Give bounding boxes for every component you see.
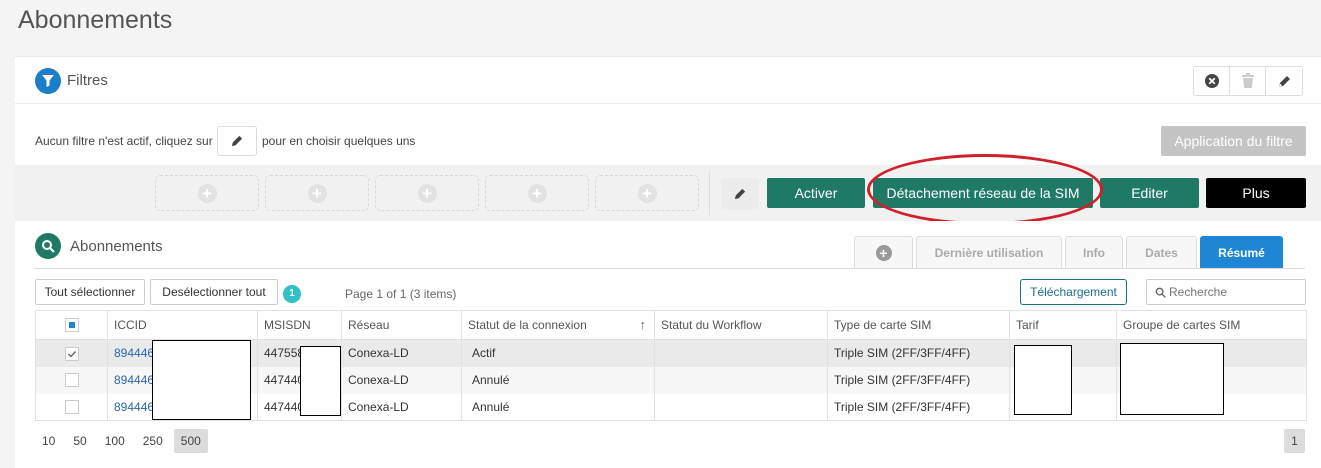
delete-filter-button[interactable] (1230, 67, 1266, 95)
subscriptions-panel: Abonnements + Dernière utilisation Info … (15, 221, 1321, 468)
page-title: Abonnements (18, 6, 173, 34)
choose-filter-button[interactable] (217, 126, 257, 156)
redaction-box (1014, 345, 1072, 415)
empty-action-slot[interactable]: + (155, 175, 259, 211)
redaction-box (152, 340, 251, 420)
pencil-icon (734, 188, 746, 200)
more-button[interactable]: Plus (1206, 178, 1306, 208)
column-header-msisdn[interactable]: MSISDN (257, 310, 342, 340)
header-select-cell[interactable] (35, 310, 108, 340)
plus-icon: + (637, 183, 657, 203)
table-header-row: ICCID MSISDN Réseau Statut de la connexi… (35, 310, 1307, 340)
column-header-label: Statut de la connexion (468, 318, 587, 332)
edit-button[interactable]: Editer (1100, 178, 1199, 208)
page-size-selector: 10 50 100 250 500 (35, 429, 212, 453)
plus-icon: + (417, 183, 437, 203)
filter-info-text: Aucun filtre n'est actif, cliquez sur (35, 134, 213, 148)
empty-action-slot[interactable]: + (375, 175, 479, 211)
workflow-status-cell (654, 339, 828, 367)
pencil-icon (231, 135, 243, 147)
plus-icon: + (197, 183, 217, 203)
row-checkbox[interactable] (64, 346, 79, 361)
search-box[interactable] (1146, 279, 1306, 305)
workflow-status-cell (654, 366, 828, 394)
view-tabs: + Dernière utilisation Info Dates Résumé (15, 236, 1321, 269)
sim-type-cell: Triple SIM (2FF/3FF/4FF) (827, 393, 1010, 421)
apply-filter-button[interactable]: Application du filtre (1161, 126, 1306, 156)
page-size-option[interactable]: 50 (66, 429, 93, 453)
deselect-all-button[interactable]: Desélectionner tout (150, 279, 278, 305)
redaction-box (300, 346, 341, 416)
tab-last-usage[interactable]: Dernière utilisation (916, 236, 1062, 269)
page-size-option[interactable]: 250 (136, 429, 170, 453)
filter-header: Filtres (15, 57, 1321, 104)
row-checkbox[interactable] (64, 373, 79, 388)
network-cell: Conexa-LD (341, 339, 462, 367)
row-select-cell[interactable] (35, 339, 108, 367)
row-select-cell[interactable] (35, 393, 108, 421)
empty-action-slot[interactable]: + (595, 175, 699, 211)
tab-summary[interactable]: Résumé (1200, 236, 1283, 269)
column-header-iccid[interactable]: ICCID (107, 310, 258, 340)
check-icon (67, 350, 76, 358)
clear-filter-button[interactable] (1194, 67, 1230, 95)
close-circle-icon (1204, 74, 1219, 88)
page-size-option-selected[interactable]: 500 (173, 429, 208, 453)
sim-type-cell: Triple SIM (2FF/3FF/4FF) (827, 339, 1010, 367)
page-info: Page 1 of 1 (3 items) (345, 287, 457, 301)
filter-title: Filtres (67, 72, 108, 89)
tab-dates[interactable]: Dates (1126, 236, 1197, 269)
filter-panel: Filtres Aucun filtre n'est actif, clique… (15, 56, 1321, 225)
iccid-link[interactable]: 894446 (114, 346, 154, 360)
edit-actions-button[interactable] (721, 178, 759, 210)
connection-status-cell: Actif (461, 339, 655, 367)
sort-arrow-icon: ↑ (639, 317, 647, 332)
row-checkbox[interactable] (64, 400, 79, 415)
pager-page-button[interactable]: 1 (1284, 429, 1305, 453)
empty-action-slot[interactable]: + (485, 175, 589, 211)
iccid-link[interactable]: 894446 (114, 373, 154, 387)
filter-info-text-after: pour en choisir quelques uns (262, 134, 416, 148)
plus-icon: + (527, 183, 547, 203)
detach-sim-button[interactable]: Détachement réseau de la SIM (873, 178, 1093, 208)
trash-icon (1241, 73, 1254, 88)
header-checkbox[interactable] (64, 318, 79, 333)
column-header-network[interactable]: Réseau (341, 310, 462, 340)
page-size-option[interactable]: 100 (98, 429, 132, 453)
activate-button[interactable]: Activer (767, 178, 865, 208)
redaction-box (1120, 343, 1224, 415)
select-all-button[interactable]: Tout sélectionner (35, 279, 145, 305)
selected-count-badge: 1 (283, 285, 301, 303)
divider (709, 171, 710, 215)
edit-filter-button[interactable] (1266, 67, 1302, 95)
sim-type-cell: Triple SIM (2FF/3FF/4FF) (827, 366, 1010, 394)
tabs-divider (35, 268, 1305, 269)
connection-status-cell: Annulé (461, 393, 655, 421)
connection-status-cell: Annulé (461, 366, 655, 394)
filter-icon (35, 68, 61, 94)
row-select-cell[interactable] (35, 366, 108, 394)
plus-icon: + (307, 183, 327, 203)
network-cell: Conexa-LD (341, 393, 462, 421)
download-button[interactable]: Téléchargement (1020, 279, 1127, 305)
empty-action-slot[interactable]: + (265, 175, 369, 211)
column-header-connection-status[interactable]: Statut de la connexion ↑ (461, 310, 655, 340)
iccid-link[interactable]: 894446 (114, 400, 154, 414)
network-cell: Conexa-LD (341, 366, 462, 394)
column-header-sim-type[interactable]: Type de carte SIM (827, 310, 1010, 340)
column-header-tarif[interactable]: Tarif (1009, 310, 1117, 340)
tab-add[interactable]: + (854, 236, 913, 269)
plus-icon: + (875, 245, 892, 261)
page-size-option[interactable]: 10 (35, 429, 62, 453)
tab-info[interactable]: Info (1065, 236, 1123, 269)
workflow-status-cell (654, 393, 828, 421)
search-icon (1155, 287, 1166, 298)
column-header-sim-group[interactable]: Groupe de cartes SIM (1116, 310, 1307, 340)
pencil-icon (1278, 75, 1290, 87)
search-input[interactable] (1169, 283, 1299, 301)
filter-header-buttons (1193, 66, 1303, 96)
column-header-workflow-status[interactable]: Statut du Workflow (654, 310, 828, 340)
action-strip: + + + + + Activer Détachement réseau de … (15, 154, 1321, 225)
